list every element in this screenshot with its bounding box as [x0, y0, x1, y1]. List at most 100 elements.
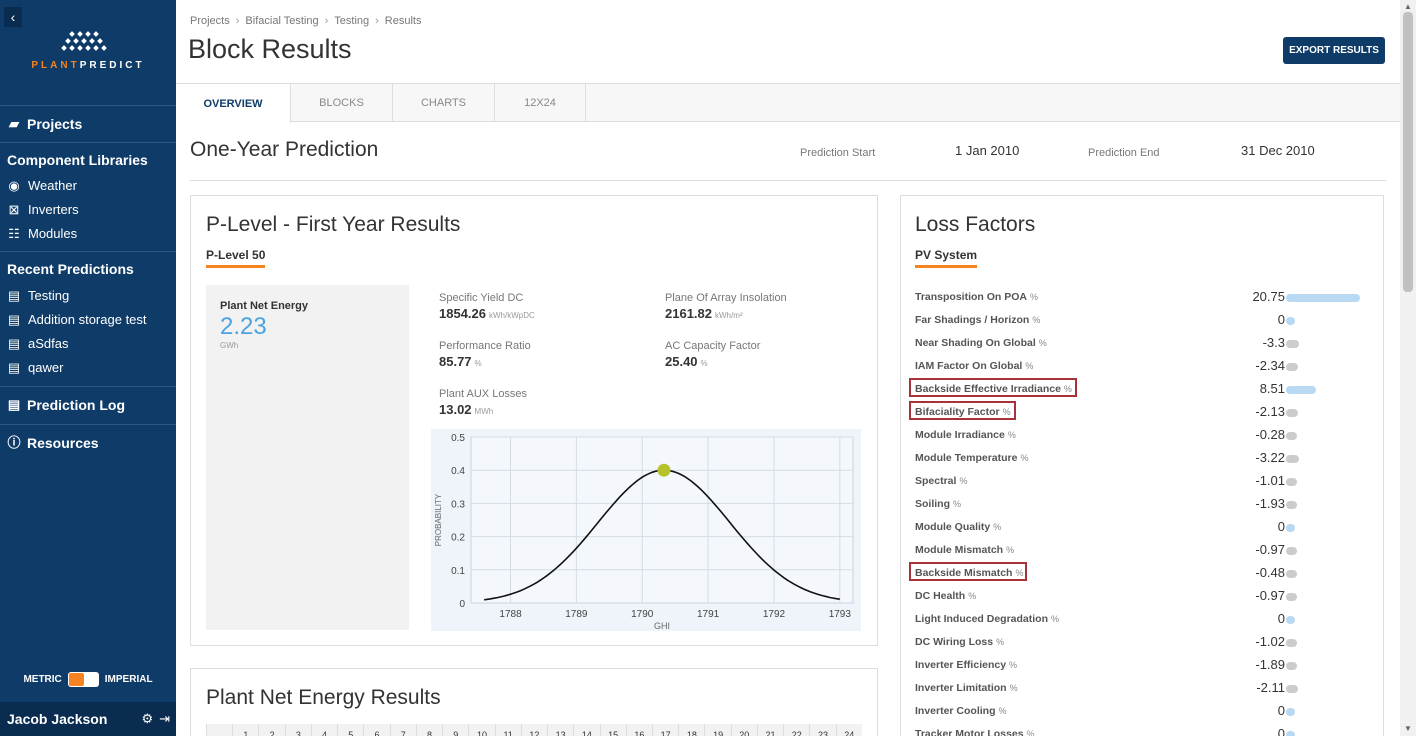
nav-prediction-log[interactable]: ▤ Prediction Log [7, 397, 125, 413]
loss-value: -0.97 [1255, 542, 1285, 557]
loss-value: 0 [1277, 519, 1285, 534]
pv-system-tab[interactable]: PV System [915, 248, 978, 268]
loss-label: Transposition On POA% [915, 291, 1038, 303]
nav-weather-label: Weather [28, 178, 77, 193]
loss-bar [1286, 685, 1298, 693]
tab-charts[interactable]: CHARTS [393, 84, 495, 122]
scroll-up-icon[interactable]: ▲ [1404, 2, 1412, 11]
loss-label: Inverter Cooling% [915, 705, 1007, 717]
metric-value: 2161.82 kWh/m² [665, 306, 743, 321]
table-header-cell [206, 724, 232, 736]
table-header-cell: 4 [310, 724, 337, 736]
globe-icon: ◉ [8, 177, 20, 193]
document-icon: ▤ [7, 359, 21, 375]
loss-label: Module Mismatch% [915, 544, 1014, 556]
nav-projects[interactable]: ▰ Projects [7, 116, 82, 132]
folder-icon: ▰ [9, 116, 19, 131]
collapse-sidebar-button[interactable]: ‹ [4, 7, 22, 27]
probability-chart-svg: 1788 1789 1790 1791 1792 1793 0 0.1 0.2 0.3 0.4 0.5… [434, 433, 854, 631]
loss-bar [1286, 455, 1299, 463]
nav-modules[interactable]: ☷ Modules [7, 226, 77, 241]
scroll-down-icon[interactable]: ▼ [1404, 724, 1412, 733]
plevel-50-tab[interactable]: P-Level 50 [206, 248, 266, 268]
recent-asdfas-label: aSdfas [28, 336, 69, 351]
percent-unit: % [993, 522, 1002, 532]
metric-unit: % [700, 359, 708, 368]
loss-label-text: Near Shading On Global [915, 337, 1036, 349]
toggle-knob [68, 673, 84, 686]
loss-bar [1286, 317, 1295, 325]
table-header-cell: 14 [573, 724, 599, 736]
percent-unit: % [1038, 338, 1047, 348]
plant-net-energy-box: Plant Net Energy 2.23 GWh [206, 285, 409, 630]
breadcrumb-testing[interactable]: Testing [334, 15, 369, 27]
metric-label: Performance Ratio [439, 340, 531, 352]
percent-unit: % [998, 706, 1007, 716]
table-header-cell: 10 [468, 724, 494, 736]
nav-weather[interactable]: ◉ Weather [7, 178, 77, 193]
loss-bar [1286, 570, 1297, 578]
imperial-label: IMPERIAL [104, 674, 153, 685]
loss-bar [1286, 386, 1317, 394]
loss-label-text: Inverter Efficiency [915, 659, 1007, 671]
recent-asdfas[interactable]: ▤ aSdfas [7, 336, 69, 351]
metric-unit: kWh/m² [715, 311, 743, 320]
export-results-button[interactable]: EXPORT RESULTS [1283, 37, 1385, 64]
x-tick-label: 1791 [697, 609, 720, 620]
loss-factors-title: Loss Factors [915, 213, 1036, 236]
nav-resources[interactable]: ⓘ Resources [7, 435, 98, 451]
loss-row: IAM Factor On Global% -2.34 [915, 354, 1365, 377]
metric-number: 2161.82 [665, 306, 712, 321]
percent-unit: % [1009, 683, 1018, 693]
scrollbar-thumb[interactable] [1403, 12, 1413, 292]
scrollbar[interactable]: ▲ ▼ [1400, 0, 1416, 736]
units-toggle[interactable] [67, 672, 99, 687]
loss-label: Spectral% [915, 475, 967, 487]
loss-value: -0.48 [1255, 565, 1285, 580]
y-tick-label: 0.1 [451, 566, 465, 577]
loss-label-text: DC Health [915, 590, 966, 602]
logout-icon[interactable]: ⇥ [159, 711, 170, 727]
loss-label-text: Transposition On POA [915, 291, 1028, 303]
breadcrumb-bifacial-testing[interactable]: Bifacial Testing [245, 15, 318, 27]
loss-label-text: Module Irradiance [915, 429, 1005, 441]
logo[interactable]: PLANTPREDICT [0, 30, 176, 71]
nav-inverters[interactable]: ⊠ Inverters [7, 202, 79, 217]
tab-blocks[interactable]: BLOCKS [291, 84, 393, 122]
breadcrumb-projects[interactable]: Projects [190, 15, 230, 27]
plant-net-energy-unit: GWh [220, 341, 239, 350]
loss-bar [1286, 524, 1295, 532]
loss-row: Module Quality% 0 [915, 515, 1365, 538]
metric-number: 85.77 [439, 354, 472, 369]
recent-testing[interactable]: ▤ Testing [7, 288, 69, 303]
y-tick-label: 0.3 [451, 499, 465, 510]
y-tick-label: 0.5 [451, 433, 465, 444]
loss-bar [1286, 501, 1298, 509]
nav-modules-label: Modules [28, 226, 78, 241]
tab-bar: OVERVIEW BLOCKS CHARTS 12X24 [176, 83, 1400, 123]
loss-label-text: Tracker Motor Losses [915, 728, 1024, 736]
loss-value: 8.51 [1259, 381, 1285, 396]
gear-icon[interactable]: ⚙ [141, 711, 153, 727]
tab-12x24[interactable]: 12X24 [495, 84, 586, 122]
loss-label-text: Module Temperature [915, 452, 1018, 464]
loss-value: -1.01 [1255, 473, 1285, 488]
recent-qawer[interactable]: ▤ qawer [7, 359, 64, 375]
loss-value: 0 [1277, 312, 1285, 327]
y-tick-label: 0 [459, 599, 465, 610]
loss-bar [1286, 616, 1295, 624]
loss-label: Inverter Efficiency% [915, 659, 1017, 671]
percent-unit: % [1030, 292, 1039, 302]
table-header-cell: 11 [494, 724, 521, 736]
y-tick-label: 0.2 [451, 533, 465, 544]
divider [0, 251, 176, 252]
x-tick-label: 1793 [829, 609, 852, 620]
table-header-cell: 6 [363, 724, 389, 736]
table-header-cell: 17 [651, 724, 678, 736]
tab-overview[interactable]: OVERVIEW [176, 84, 291, 123]
metric-label: AC Capacity Factor [665, 340, 761, 352]
recent-addition-storage-test[interactable]: ▤ Addition storage test [7, 312, 147, 327]
metric-number: 25.40 [665, 354, 698, 369]
loss-bar [1286, 639, 1297, 647]
mean-marker [657, 463, 671, 477]
